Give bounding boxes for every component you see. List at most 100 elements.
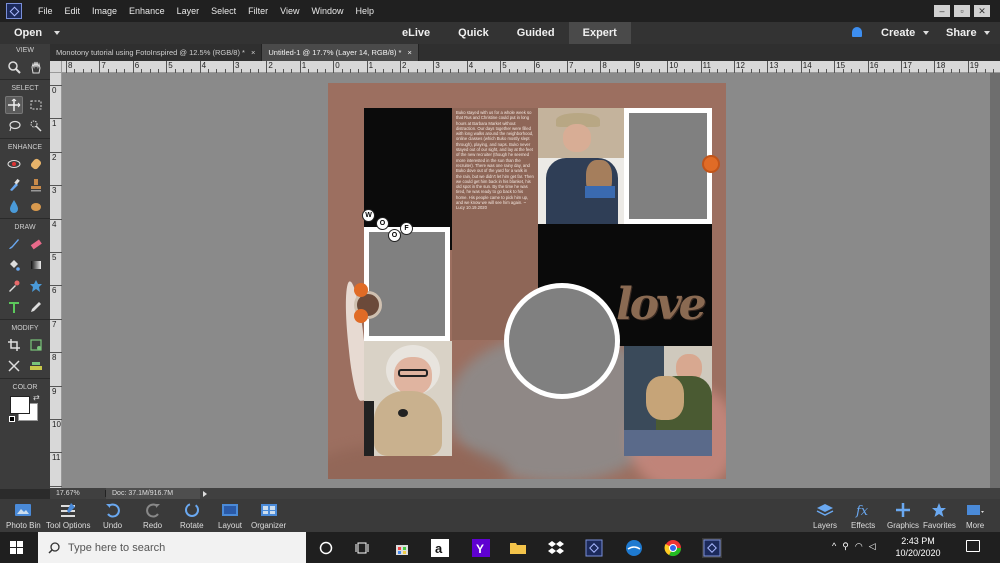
content-aware-move-icon[interactable] [5, 357, 23, 375]
more-button[interactable]: More [966, 502, 984, 530]
graphics-button[interactable]: Graphics [887, 502, 919, 530]
create-button[interactable]: Create [881, 27, 915, 39]
yahoo-icon[interactable]: Y [471, 538, 491, 558]
tab-close-icon[interactable]: × [251, 48, 255, 61]
menu-edit[interactable]: Edit [59, 6, 87, 16]
tool-options-button[interactable]: Tool Options [46, 502, 90, 530]
menu-view[interactable]: View [274, 6, 305, 16]
brush-tool-icon[interactable] [5, 235, 23, 253]
vertical-scrollbar[interactable] [990, 73, 1000, 488]
hand-tool-icon[interactable] [27, 58, 45, 76]
notification-bell-icon[interactable] [852, 27, 862, 37]
menu-enhance[interactable]: Enhance [123, 6, 171, 16]
photo-placeholder-woof[interactable] [364, 227, 450, 341]
red-eye-icon[interactable] [5, 155, 23, 173]
amazon-icon[interactable]: a [430, 538, 450, 558]
windows-start-icon[interactable] [10, 541, 24, 558]
menu-window[interactable]: Window [305, 6, 349, 16]
chrome-icon[interactable] [663, 538, 683, 558]
clone-stamp-icon[interactable] [27, 176, 45, 194]
cortana-icon[interactable] [316, 538, 336, 558]
task-view-icon[interactable] [352, 538, 372, 558]
photo-man-holding-dog[interactable] [624, 346, 712, 456]
taskbar-clock[interactable]: 2:43 PM 10/20/2020 [892, 535, 944, 559]
notification-center-icon[interactable] [966, 540, 980, 552]
menu-select[interactable]: Select [205, 6, 242, 16]
ruler-label: 8 [68, 61, 73, 70]
open-button[interactable]: Open [14, 27, 42, 39]
recompose-tool-icon[interactable] [27, 336, 45, 354]
network-icon[interactable]: ⚲ [842, 541, 849, 552]
share-dropdown-icon[interactable] [984, 31, 990, 35]
eyedropper-icon[interactable] [5, 277, 23, 295]
status-menu-arrow-icon[interactable] [203, 490, 207, 497]
photoshop-elements-active-icon[interactable] [702, 538, 722, 558]
marquee-tool-icon[interactable] [27, 96, 45, 114]
healing-brush-icon[interactable] [27, 155, 45, 173]
open-dropdown-icon[interactable] [54, 31, 60, 35]
tray-chevron-icon[interactable]: ^ [832, 541, 836, 552]
paint-bucket-icon[interactable] [5, 256, 23, 274]
pencil-tool-icon[interactable] [27, 298, 45, 316]
mode-expert[interactable]: Expert [568, 22, 631, 44]
menu-layer[interactable]: Layer [171, 6, 206, 16]
eraser-tool-icon[interactable] [27, 235, 45, 253]
create-dropdown-icon[interactable] [923, 31, 929, 35]
weather-app-icon[interactable] [624, 538, 644, 558]
share-button[interactable]: Share [946, 27, 977, 39]
photo-man-with-dog[interactable] [538, 108, 624, 224]
photo-bin-button[interactable]: Photo Bin [6, 502, 41, 530]
favorites-button[interactable]: Favorites [923, 502, 956, 530]
scrapbook-page[interactable]: Buko stayed with us for a whole week so … [328, 83, 726, 479]
menu-file[interactable]: File [32, 6, 59, 16]
mode-elive[interactable]: eLive [388, 22, 444, 44]
crop-tool-icon[interactable] [5, 336, 23, 354]
organizer-button[interactable]: Organizer [251, 502, 286, 530]
type-tool-icon[interactable] [5, 298, 23, 316]
mode-guided[interactable]: Guided [503, 22, 569, 44]
doc-tab-untitled[interactable]: Untitled-1 @ 17.7% (Layer 14, RGB/8) * × [262, 44, 419, 61]
foreground-color-swatch[interactable] [10, 396, 30, 414]
undo-button[interactable]: Undo [103, 502, 122, 530]
photoshop-elements-icon[interactable] [584, 538, 604, 558]
layers-button[interactable]: Layers [813, 502, 837, 530]
blur-tool-icon[interactable] [5, 197, 23, 215]
photo-woman-with-dog[interactable] [364, 341, 452, 456]
mode-quick[interactable]: Quick [444, 22, 503, 44]
move-tool-icon[interactable] [5, 95, 23, 114]
default-colors-icon[interactable] [9, 416, 15, 422]
zoom-tool-icon[interactable] [5, 58, 23, 76]
tab-close-icon[interactable]: × [407, 48, 411, 61]
effects-icon: fx [855, 504, 869, 518]
swap-colors-icon[interactable]: ⇄ [33, 393, 40, 402]
lasso-tool-icon[interactable] [5, 117, 23, 135]
menu-image[interactable]: Image [86, 6, 123, 16]
photo-placeholder-circle[interactable] [504, 283, 620, 399]
file-explorer-icon[interactable] [508, 538, 528, 558]
wifi-icon[interactable]: ◠ [855, 541, 863, 552]
doc-tab-monotony[interactable]: Monotony tutorial using FotoInspired @ 1… [50, 44, 263, 61]
custom-shape-icon[interactable] [27, 277, 45, 295]
straighten-tool-icon[interactable] [27, 357, 45, 375]
rotate-button[interactable]: Rotate [180, 502, 204, 530]
photo-placeholder-top-right[interactable] [624, 108, 712, 224]
minimize-icon[interactable]: – [934, 5, 950, 17]
smart-brush-icon[interactable] [5, 176, 23, 194]
layout-button[interactable]: Layout [218, 502, 242, 530]
menu-help[interactable]: Help [349, 6, 380, 16]
sponge-tool-icon[interactable] [27, 197, 45, 215]
quick-selection-icon[interactable] [27, 117, 45, 135]
app-window: File Edit Image Enhance Layer Select Fil… [0, 0, 1000, 563]
zoom-level[interactable]: 17.67% [50, 490, 106, 497]
menu-filter[interactable]: Filter [242, 6, 274, 16]
taskbar-search-box[interactable]: Type here to search [38, 532, 306, 563]
effects-button[interactable]: fx Effects [851, 502, 875, 530]
redo-button[interactable]: Redo [143, 502, 162, 530]
volume-icon[interactable]: ◁ [869, 541, 876, 552]
dropbox-icon[interactable] [546, 538, 566, 558]
canvas-area[interactable]: Buko stayed with us for a whole week so … [62, 73, 1000, 488]
restore-icon[interactable]: ▫ [954, 5, 970, 17]
close-icon[interactable]: ✕ [974, 5, 990, 17]
gradient-tool-icon[interactable] [27, 256, 45, 274]
store-icon[interactable] [392, 538, 412, 558]
